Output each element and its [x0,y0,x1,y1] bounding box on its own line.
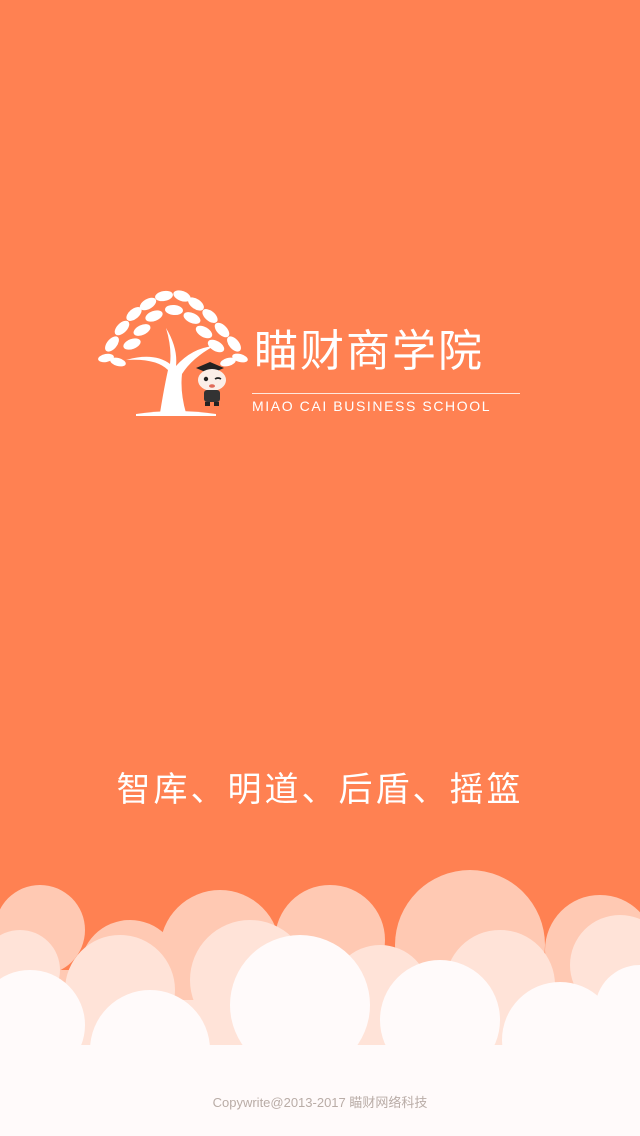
brand-logo: 瞄财商学院 MIAO CAI BUSINESS SCHOOL [96,288,526,418]
brand-divider [252,393,520,394]
tree-icon [98,290,248,416]
brand-name-en: MIAO CAI BUSINESS SCHOOL [252,398,492,414]
mascot-icon [196,362,226,406]
copyright-text: Copywrite@2013-2017 瞄财网络科技 [212,1095,428,1110]
brand-name-cn: 瞄财商学院 [254,326,484,377]
slogan: 智库、明道、后盾、摇篮 [116,770,524,810]
